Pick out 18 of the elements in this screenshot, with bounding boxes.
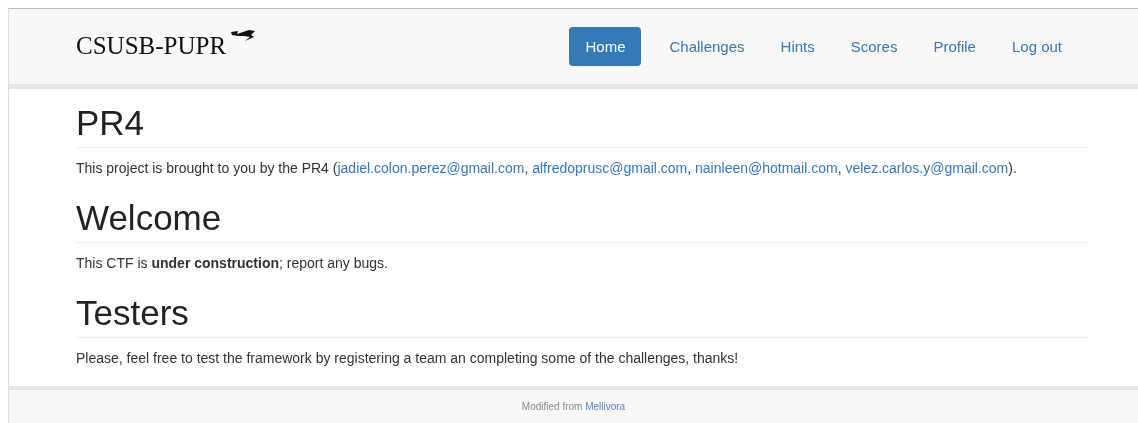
nav-link[interactable]: Hints bbox=[764, 27, 831, 66]
mellivora-link[interactable]: Mellivora bbox=[585, 401, 626, 412]
email-link[interactable]: nainleen@hotmail.com bbox=[695, 160, 838, 176]
brand-logo[interactable]: CSUSB-PUPR bbox=[76, 32, 258, 60]
nav-link[interactable]: Log out bbox=[995, 27, 1078, 66]
nav-link[interactable]: Challenges bbox=[653, 27, 761, 66]
section-paragraph: This CTF is under construction; report any bugs. bbox=[76, 254, 389, 273]
section-paragraph: This project is brought to you by the PR4 (jadiel.colon.perez@gmail.com, alfredoprusc@gmail.com, nainleen@hotmail.com, velez.carlos.y@gmail.com). bbox=[76, 159, 1018, 178]
bird-icon bbox=[229, 29, 258, 43]
footer-text: Modified from Mellivora bbox=[521, 401, 626, 412]
email-link[interactable]: velez.carlos.y@gmail.com bbox=[845, 160, 1009, 176]
nav-link[interactable]: Scores bbox=[834, 27, 914, 66]
section-paragraph: Please, feel free to test the framework by registering a team an completing some of the challenges, thanks! bbox=[76, 349, 740, 368]
nav-link[interactable]: Profile bbox=[917, 27, 992, 66]
section-heading: Welcome bbox=[76, 184, 1088, 243]
nav-link[interactable]: Home bbox=[569, 27, 642, 66]
section-heading: PR4 bbox=[76, 89, 1088, 148]
section-heading: Testers bbox=[76, 279, 1088, 338]
